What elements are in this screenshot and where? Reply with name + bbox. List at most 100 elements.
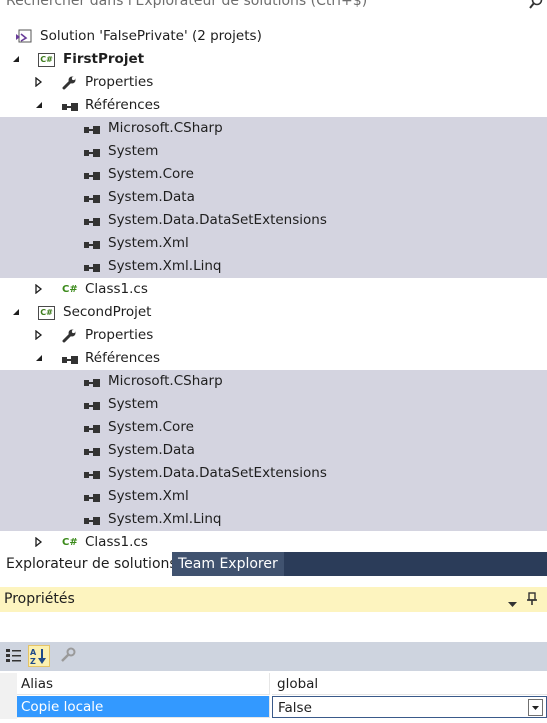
solution-label: Solution 'FalsePrivate' (2 projets) [40, 28, 262, 44]
file-label: Class1.cs [85, 534, 148, 550]
dropdown-icon[interactable] [508, 596, 517, 612]
reference-item-icon [83, 213, 100, 228]
reference-item[interactable]: System.Xml.Linq [0, 255, 547, 278]
reference-item[interactable]: System.Xml [0, 485, 547, 508]
property-name: Alias [17, 673, 270, 695]
references-label: Références [85, 350, 161, 366]
csharp-file-icon: C# [62, 537, 78, 548]
property-value: False [278, 700, 312, 716]
search-icon[interactable] [529, 0, 543, 10]
project-node[interactable]: C# FirstProjet [0, 48, 547, 71]
wrench-icon [62, 75, 78, 90]
search-box[interactable]: Rechercher dans l'Explorateur de solutio… [0, 0, 547, 17]
project-label: SecondProjet [63, 304, 152, 320]
properties-label: Properties [85, 327, 154, 343]
reference-label: System.Data.DataSetExtensions [108, 465, 327, 481]
reference-item[interactable]: System.Xml.Linq [0, 508, 547, 531]
reference-item-icon [83, 512, 100, 527]
file-node[interactable]: C# Class1.cs [0, 531, 547, 554]
reference-label: System.Xml.Linq [108, 258, 222, 274]
reference-label: System.Data [108, 442, 195, 458]
references-node[interactable]: Références [0, 347, 547, 370]
grid-gutter [0, 696, 17, 719]
reference-item[interactable]: System.Core [0, 163, 547, 186]
expanded-arrow-icon[interactable] [10, 48, 24, 71]
property-value-select[interactable]: False [272, 696, 547, 718]
reference-item-icon [83, 443, 100, 458]
file-node[interactable]: C# Class1.cs [0, 278, 547, 301]
dropdown-button[interactable] [528, 699, 543, 716]
reference-label: System [108, 143, 159, 159]
references-node[interactable]: Références [0, 94, 547, 117]
reference-item[interactable]: System.Data [0, 439, 547, 462]
alphabetical-icon[interactable]: AZ [28, 645, 50, 667]
properties-toolbar: AZ [0, 642, 547, 671]
reference-item[interactable]: System.Xml [0, 232, 547, 255]
file-label: Class1.cs [85, 281, 148, 297]
reference-item-icon [83, 144, 100, 159]
wrench-icon [62, 328, 78, 343]
collapsed-arrow-icon[interactable] [33, 71, 47, 94]
reference-item[interactable]: System.Data.DataSetExtensions [0, 462, 547, 485]
reference-label: System.Xml [108, 235, 189, 251]
reference-item[interactable]: System.Core [0, 416, 547, 439]
properties-label: Properties [85, 74, 154, 90]
expanded-arrow-icon[interactable] [33, 94, 47, 117]
properties-node[interactable]: Properties [0, 324, 547, 347]
reference-item-icon [83, 466, 100, 481]
reference-label: System [108, 396, 159, 412]
reference-item[interactable]: Microsoft.CSharp [0, 117, 547, 140]
reference-label: System.Data [108, 189, 195, 205]
expanded-arrow-icon[interactable] [10, 301, 24, 324]
reference-item[interactable]: System [0, 140, 547, 163]
reference-label: System.Xml.Linq [108, 511, 222, 527]
svg-text:A: A [30, 648, 37, 657]
reference-item-icon [83, 121, 100, 136]
pin-icon[interactable] [526, 592, 538, 610]
references-icon [61, 98, 78, 113]
properties-grid: Alias global Copie locale False [0, 673, 547, 719]
reference-label: System.Data.DataSetExtensions [108, 212, 327, 228]
reference-label: System.Xml [108, 488, 189, 504]
tab-solution-explorer[interactable]: Explorateur de solutions [0, 552, 183, 576]
collapsed-arrow-icon[interactable] [33, 531, 47, 554]
property-value[interactable]: global [272, 673, 547, 695]
reference-item[interactable]: System.Data.DataSetExtensions [0, 209, 547, 232]
property-name: Copie locale [17, 696, 270, 718]
explorer-tab-bar: Explorateur de solutions Team Explorer [0, 552, 547, 576]
reference-label: Microsoft.CSharp [108, 373, 223, 389]
property-row-alias[interactable]: Alias global [0, 673, 547, 696]
project-node[interactable]: C# SecondProjet [0, 301, 547, 324]
tab-team-explorer[interactable]: Team Explorer [172, 552, 284, 576]
references-icon [61, 351, 78, 366]
solution-tree: Solution 'FalsePrivate' (2 projets) C# Fi… [0, 25, 547, 554]
properties-header: Propriétés [0, 587, 547, 612]
solution-icon [15, 29, 32, 44]
search-input[interactable]: Rechercher dans l'Explorateur de solutio… [6, 0, 367, 9]
reference-item-icon [83, 489, 100, 504]
reference-label: System.Core [108, 419, 194, 435]
reference-label: Microsoft.CSharp [108, 120, 223, 136]
collapsed-arrow-icon[interactable] [33, 324, 47, 347]
reference-item-icon [83, 397, 100, 412]
reference-item[interactable]: System.Data [0, 186, 547, 209]
svg-text:Z: Z [30, 657, 36, 666]
categorized-icon[interactable] [4, 645, 26, 667]
expanded-arrow-icon[interactable] [33, 347, 47, 370]
reference-item-icon [83, 259, 100, 274]
csharp-project-icon: C# [38, 306, 55, 320]
properties-node[interactable]: Properties [0, 71, 547, 94]
reference-item[interactable]: Microsoft.CSharp [0, 370, 547, 393]
solution-node[interactable]: Solution 'FalsePrivate' (2 projets) [0, 25, 547, 48]
collapsed-arrow-icon[interactable] [33, 278, 47, 301]
reference-item-icon [83, 167, 100, 182]
property-pages-icon[interactable] [58, 645, 80, 667]
csharp-file-icon: C# [62, 284, 78, 295]
references-label: Références [85, 97, 161, 113]
project-label: FirstProjet [63, 51, 145, 67]
property-row-copie-locale[interactable]: Copie locale False [0, 696, 547, 719]
grid-gutter [0, 673, 17, 696]
reference-item-icon [83, 190, 100, 205]
csharp-project-icon: C# [38, 53, 55, 67]
reference-item[interactable]: System [0, 393, 547, 416]
